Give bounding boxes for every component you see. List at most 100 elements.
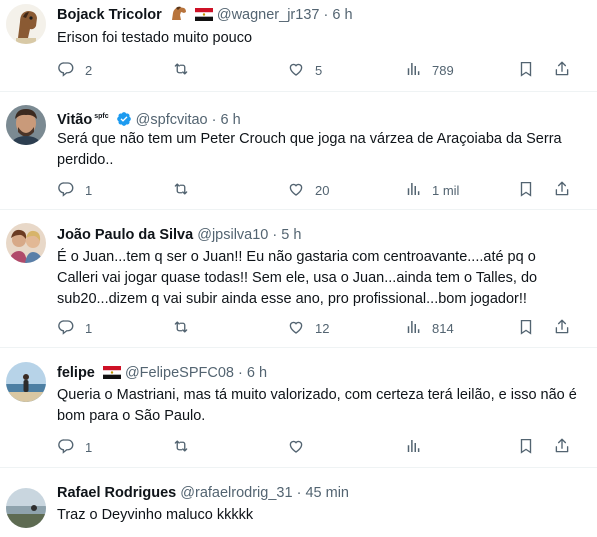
share-button[interactable]	[553, 60, 571, 80]
reply-button[interactable]: 1	[57, 318, 92, 338]
author-name[interactable]: felipe	[57, 365, 95, 381]
author-handle[interactable]: @wagner_jr137	[217, 7, 320, 23]
tweet-text: É o Juan...tem q ser o Juan!! Eu não gas…	[57, 249, 538, 307]
bookmark-icon	[517, 318, 535, 339]
like-button[interactable]: 5	[287, 60, 322, 80]
views-button[interactable]	[404, 437, 432, 457]
action-bar: 1 12 814	[57, 318, 577, 338]
bookmark-button[interactable]	[517, 318, 535, 338]
reply-count: 1	[85, 320, 93, 336]
bookmark-button[interactable]	[517, 60, 535, 80]
tweet-text: Será que não tem um Peter Crouch que jog…	[57, 131, 562, 168]
horse-emoji-icon	[170, 6, 187, 26]
timestamp[interactable]: 5 h	[281, 227, 301, 243]
egypt-flag-icon	[194, 8, 213, 26]
reply-button[interactable]: 1	[57, 180, 92, 200]
like-icon	[287, 318, 305, 339]
views-button[interactable]: 789	[404, 60, 454, 80]
horse-avatar-icon	[6, 4, 46, 44]
share-button[interactable]	[553, 318, 571, 338]
profile-photo-icon	[6, 105, 46, 145]
like-count: 5	[315, 62, 323, 78]
timestamp[interactable]: 6 h	[247, 365, 267, 381]
reply-icon	[57, 437, 75, 458]
retweet-button[interactable]	[172, 437, 200, 457]
retweet-icon	[172, 60, 190, 81]
separator-dot: ·	[323, 7, 329, 23]
author-handle[interactable]: @jpsilva10	[197, 227, 268, 243]
like-button[interactable]: 12	[287, 318, 329, 338]
retweet-button[interactable]	[172, 318, 200, 338]
retweet-icon	[172, 180, 190, 201]
views-button[interactable]: 1 mil	[404, 180, 459, 200]
affiliate-badge[interactable]: spfc	[94, 113, 108, 120]
retweet-button[interactable]	[172, 180, 200, 200]
views-icon	[404, 318, 422, 339]
share-icon	[553, 60, 571, 81]
like-icon	[287, 60, 305, 81]
retweet-icon	[172, 437, 190, 458]
reply-button[interactable]: 1	[57, 437, 92, 457]
bookmark-icon	[517, 60, 535, 81]
bookmark-button[interactable]	[517, 180, 535, 200]
like-button[interactable]	[287, 437, 315, 457]
author-name[interactable]: Vitão	[57, 112, 92, 128]
reply-count: 1	[85, 439, 93, 455]
separator-dot: ·	[237, 365, 243, 381]
retweet-button[interactable]	[172, 60, 200, 80]
profile-photo-icon	[6, 362, 46, 402]
like-button[interactable]: 20	[287, 180, 329, 200]
views-icon	[404, 60, 422, 81]
reply-button[interactable]: 2	[57, 60, 92, 80]
retweet-icon	[172, 318, 190, 339]
author-handle[interactable]: @FelipeSPFC08	[125, 365, 234, 381]
tweet-2[interactable]: Vitão spfc @spfcvitao · 6 h Será que não …	[0, 92, 597, 210]
bookmark-icon	[517, 437, 535, 458]
reply-icon	[57, 180, 75, 201]
profile-photo-icon	[6, 488, 46, 528]
tweet-5[interactable]: Rafael Rodrigues @rafaelrodrig_31 · 45 m…	[0, 468, 597, 537]
tweet-text: Erison foi testado muito pouco	[57, 30, 253, 46]
author-handle[interactable]: @rafaelrodrig_31	[180, 485, 292, 501]
like-icon	[287, 437, 305, 458]
avatar[interactable]	[6, 105, 46, 145]
share-icon	[553, 318, 571, 339]
author-name[interactable]: Rafael Rodrigues	[57, 485, 176, 501]
reply-count: 1	[85, 182, 93, 198]
views-icon	[404, 180, 422, 201]
tweet-text: Queria o Mastriani, mas tá muito valoriz…	[57, 387, 577, 424]
tweet-text: Traz o Deyvinho maluco kkkkk	[57, 507, 254, 523]
action-bar: 1 20 1 mil	[57, 180, 577, 200]
avatar[interactable]	[6, 488, 46, 528]
separator-dot: ·	[296, 485, 302, 501]
share-button[interactable]	[553, 180, 571, 200]
reply-icon	[57, 60, 75, 81]
bookmark-button[interactable]	[517, 437, 535, 457]
reply-icon	[57, 318, 75, 339]
timestamp[interactable]: 6 h	[221, 112, 241, 128]
profile-photo-icon	[6, 223, 46, 263]
timestamp[interactable]: 6 h	[332, 7, 352, 23]
avatar[interactable]	[6, 362, 46, 402]
action-bar: 2 5 789	[57, 60, 577, 80]
share-icon	[553, 437, 571, 458]
tweet-3[interactable]: João Paulo da Silva @jpsilva10 · 5 h É o…	[0, 210, 597, 348]
avatar[interactable]	[6, 223, 46, 263]
author-name[interactable]: Bojack Tricolor	[57, 7, 162, 23]
reply-count: 2	[85, 62, 93, 78]
share-button[interactable]	[553, 437, 571, 457]
author-name[interactable]: João Paulo da Silva	[57, 227, 193, 243]
tweet-1[interactable]: Bojack Tricolor @wagner_jr137 · 6 h Eris…	[0, 0, 597, 92]
avatar[interactable]	[6, 4, 46, 44]
views-count: 1 mil	[432, 182, 460, 198]
separator-dot: ·	[211, 112, 217, 128]
timestamp[interactable]: 45 min	[305, 485, 349, 501]
separator-dot: ·	[272, 227, 278, 243]
tweet-4[interactable]: felipe @FelipeSPFC08 · 6 h Queria o Mast…	[0, 348, 597, 468]
like-icon	[287, 180, 305, 201]
like-count: 20	[315, 182, 330, 198]
share-icon	[553, 180, 571, 201]
like-count: 12	[315, 320, 330, 336]
views-button[interactable]: 814	[404, 318, 454, 338]
author-handle[interactable]: @spfcvitao	[136, 112, 208, 128]
